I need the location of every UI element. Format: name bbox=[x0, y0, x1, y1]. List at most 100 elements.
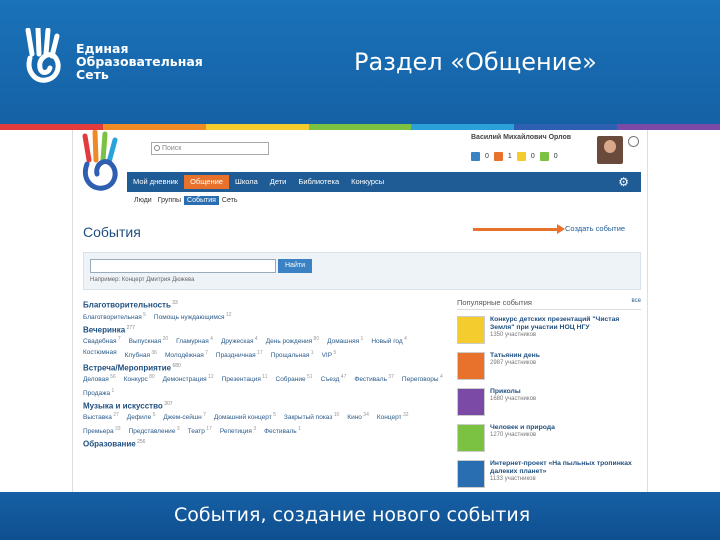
subcategory-link[interactable]: Продажа 1 bbox=[83, 386, 114, 399]
popular-event-item[interactable]: Интернет-проект «На пыльных тропинках да… bbox=[457, 460, 641, 490]
hand-logo-icon bbox=[25, 28, 61, 83]
event-participants: 1270 участников bbox=[490, 432, 537, 438]
subcategory-link[interactable]: Демонстрация 12 bbox=[163, 372, 214, 385]
main-nav: Мой дневник Общение Школа Дети Библиотек… bbox=[127, 172, 641, 192]
gear-icon[interactable]: ⚙ bbox=[618, 175, 629, 189]
subcategory-link[interactable]: Фестиваль 37 bbox=[354, 372, 394, 385]
event-search-input[interactable] bbox=[90, 259, 276, 273]
event-title[interactable]: Конкурс детских презентаций "Чистая Земл… bbox=[490, 316, 641, 332]
subcategory-link[interactable]: Клубная 36 bbox=[125, 348, 157, 361]
subcategory-link[interactable]: Благотворительная 5 bbox=[83, 310, 146, 323]
popular-event-item[interactable]: Татьянин день 2987 участников bbox=[457, 352, 641, 382]
subcategory-link[interactable]: Новый год 4 bbox=[371, 334, 407, 347]
event-participants: 1350 участников bbox=[490, 332, 537, 338]
tab-network[interactable]: Сеть bbox=[219, 196, 241, 205]
category-title[interactable]: Вечеринка 277 bbox=[83, 325, 455, 335]
subcategory-link[interactable]: Помощь нуждающимся 12 bbox=[154, 310, 232, 323]
category-block: Музыка и искусство 307 Выставка 27 Дефиле … bbox=[83, 401, 455, 437]
site-search-input[interactable]: Поиск bbox=[151, 142, 269, 155]
messages-icon[interactable] bbox=[471, 152, 480, 161]
subcategory-link[interactable]: Выпускная 20 bbox=[129, 334, 168, 347]
popular-event-item[interactable]: Приколы 1680 участников bbox=[457, 388, 641, 418]
subcategory-link[interactable]: Деловая 56 bbox=[83, 372, 116, 385]
subcategory-link[interactable]: Праздничная 17 bbox=[216, 348, 263, 361]
subcategory-link[interactable]: Выставка 27 bbox=[83, 410, 119, 423]
subcategory-link[interactable]: VIP 5 bbox=[322, 348, 337, 361]
popular-event-item[interactable]: Конкурс детских презентаций "Чистая Земл… bbox=[457, 316, 641, 346]
search-hint: Например: Концерт Дмитрия Дюжева bbox=[90, 277, 195, 283]
subcategory-link[interactable]: Дефиле 5 bbox=[127, 410, 156, 423]
tab-events[interactable]: События bbox=[184, 196, 219, 205]
category-block: Благотворительность 33 Благотворительная … bbox=[83, 300, 455, 323]
subcategory-link[interactable]: Собрание 51 bbox=[276, 372, 313, 385]
event-thumbnail[interactable] bbox=[457, 460, 485, 488]
popular-events: Популярные события все Конкурс детских п… bbox=[457, 298, 641, 490]
popular-heading: Популярные события все bbox=[457, 298, 641, 310]
subcategory-link[interactable]: Концерт 32 bbox=[377, 410, 409, 423]
subcategory-link[interactable]: Премьера 33 bbox=[83, 424, 121, 437]
nav-item-contests[interactable]: Конкурсы bbox=[345, 175, 390, 189]
slide-caption: События, создание нового события bbox=[0, 492, 720, 540]
slide-title: Раздел «Общение» bbox=[354, 48, 597, 76]
subcategory-link[interactable]: Костюмная bbox=[83, 348, 117, 361]
subcategory-link[interactable]: Репетиция 3 bbox=[220, 424, 256, 437]
power-icon[interactable] bbox=[628, 136, 639, 147]
event-title[interactable]: Человек и природа bbox=[490, 424, 555, 432]
page-title: События bbox=[83, 224, 141, 240]
event-participants: 1680 участников bbox=[490, 396, 537, 402]
avatar[interactable] bbox=[597, 136, 623, 164]
user-name[interactable]: Василий Михайлович Орлов bbox=[471, 134, 571, 141]
subcategory-link[interactable]: Переговоры 4 bbox=[402, 372, 443, 385]
subcategory-link[interactable]: Свадебная 7 bbox=[83, 334, 121, 347]
highlight-arrow bbox=[473, 224, 565, 234]
nav-item-children[interactable]: Дети bbox=[264, 175, 293, 189]
all-link[interactable]: все bbox=[632, 298, 641, 304]
events-icon[interactable] bbox=[516, 152, 526, 161]
logo-text: Единая Образовательная Сеть bbox=[76, 41, 203, 82]
subcategory-link[interactable]: Театр 17 bbox=[188, 424, 212, 437]
friends-icon[interactable] bbox=[493, 152, 503, 161]
category-block: Образование 256 bbox=[83, 439, 455, 449]
create-event-link[interactable]: Создать событие bbox=[565, 224, 625, 233]
popular-event-item[interactable]: Человек и природа 1270 участников bbox=[457, 424, 641, 454]
event-title[interactable]: Приколы bbox=[490, 388, 536, 396]
category-title[interactable]: Встреча/Мероприятие 680 bbox=[83, 363, 455, 373]
caption-text: События, создание нового события bbox=[174, 504, 531, 526]
event-thumbnail[interactable] bbox=[457, 388, 485, 416]
event-thumbnail[interactable] bbox=[457, 352, 485, 380]
subcategory-link[interactable]: День рождения 80 bbox=[266, 334, 319, 347]
subcategory-link[interactable]: Съезд 47 bbox=[321, 372, 347, 385]
event-thumbnail[interactable] bbox=[457, 424, 485, 452]
tab-groups[interactable]: Группы bbox=[155, 196, 184, 205]
gifts-icon[interactable] bbox=[539, 152, 549, 161]
subcategory-link[interactable]: Гламурная 4 bbox=[176, 334, 213, 347]
subcategory-link[interactable]: Домашний концерт 5 bbox=[214, 410, 276, 423]
category-title[interactable]: Благотворительность 33 bbox=[83, 300, 455, 310]
subcategory-link[interactable]: Дружеская 4 bbox=[221, 334, 258, 347]
subcategory-link[interactable]: Фестиваль 1 bbox=[264, 424, 301, 437]
tab-people[interactable]: Люди bbox=[131, 196, 155, 205]
nav-item-diary[interactable]: Мой дневник bbox=[127, 175, 184, 189]
nav-item-library[interactable]: Библиотека bbox=[292, 175, 345, 189]
subcategory-link[interactable]: Домашняя 1 bbox=[327, 334, 363, 347]
subcategory-link[interactable]: Конкурс 80 bbox=[124, 372, 155, 385]
category-list: Благотворительность 33 Благотворительная … bbox=[83, 300, 455, 450]
nav-item-communication[interactable]: Общение bbox=[184, 175, 229, 189]
event-title[interactable]: Интернет-проект «На пыльных тропинках да… bbox=[490, 460, 641, 476]
subcategory-link[interactable]: Джем-сейшн 7 bbox=[163, 410, 205, 423]
nav-item-school[interactable]: Школа bbox=[229, 175, 264, 189]
search-button[interactable]: Найти bbox=[278, 259, 312, 273]
site-screenshot: Поиск Василий Михайлович Орлов 0 1 0 0 М… bbox=[72, 130, 648, 492]
event-title[interactable]: Татьянин день bbox=[490, 352, 540, 360]
subcategory-link[interactable]: Закрытый показ 10 bbox=[284, 410, 339, 423]
category-title[interactable]: Образование 256 bbox=[83, 439, 455, 449]
category-title[interactable]: Музыка и искусство 307 bbox=[83, 401, 455, 411]
subcategory-link[interactable]: Представление 3 bbox=[129, 424, 180, 437]
subcategory-link[interactable]: Презентация 11 bbox=[222, 372, 268, 385]
subcategory-link[interactable]: Прощальная 1 bbox=[271, 348, 314, 361]
subcategory-link[interactable]: Молодёжная 7 bbox=[165, 348, 208, 361]
sub-nav: Люди Группы События Сеть bbox=[131, 196, 241, 205]
subcategory-link[interactable]: Кино 34 bbox=[347, 410, 369, 423]
event-thumbnail[interactable] bbox=[457, 316, 485, 344]
site-logo-icon[interactable] bbox=[77, 130, 125, 192]
